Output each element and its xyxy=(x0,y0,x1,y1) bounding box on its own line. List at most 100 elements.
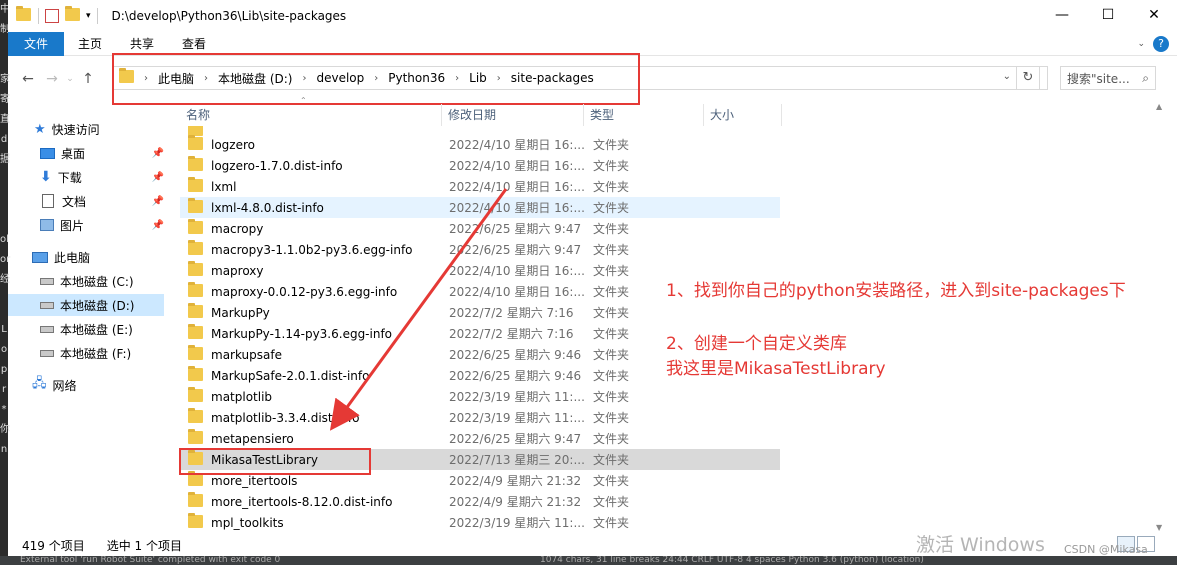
tab-view[interactable]: 查看 xyxy=(168,32,220,56)
edge-char: 据 xyxy=(0,154,10,165)
sidebar-item-pictures[interactable]: 图片 📌 xyxy=(40,214,164,236)
drive-icon xyxy=(40,349,54,357)
file-row[interactable]: macropy 2022/6/25 星期六 9:47 文件夹 xyxy=(180,218,780,239)
file-row[interactable]: matplotlib 2022/3/19 星期六 11:... 文件夹 xyxy=(180,386,780,407)
forward-arrow-icon[interactable]: → xyxy=(40,71,64,87)
file-row[interactable]: lxml-4.8.0.dist-info 2022/4/10 星期日 16:..… xyxy=(180,197,780,218)
file-row[interactable]: macropy3-1.1.0b2-py3.6.egg-info 2022/6/2… xyxy=(180,239,780,260)
properties-icon[interactable] xyxy=(45,9,59,23)
sidebar-item-label: 本地磁盘 (E:) xyxy=(60,322,133,337)
item-count: 419 个项目 xyxy=(22,538,85,553)
column-name[interactable]: 名称 xyxy=(180,104,442,126)
sidebar-item-drive-c[interactable]: 本地磁盘 (C:) xyxy=(40,270,164,292)
file-row[interactable]: matplotlib-3.3.4.dist-info 2022/3/19 星期六… xyxy=(180,407,780,428)
file-type: 文件夹 xyxy=(593,138,630,152)
search-placeholder: 搜索"site... xyxy=(1067,71,1130,86)
column-type[interactable]: 类型 xyxy=(584,104,704,126)
scroll-up-icon[interactable]: ▲ xyxy=(1156,102,1162,111)
vertical-scrollbar[interactable]: ▲ ▼ xyxy=(1154,102,1166,532)
tab-file[interactable]: 文件 xyxy=(8,31,64,56)
folder-icon xyxy=(188,176,203,195)
file-name: MarkupSafe-2.0.1.dist-info xyxy=(211,368,370,383)
sidebar-item-drive-f[interactable]: 本地磁盘 (F:) xyxy=(40,342,164,364)
file-type: 文件夹 xyxy=(593,516,630,530)
folder-icon xyxy=(188,218,203,237)
minimize-button[interactable]: — xyxy=(1039,0,1085,30)
folder-icon xyxy=(188,323,203,342)
sidebar-item-drive-e[interactable]: 本地磁盘 (E:) xyxy=(40,318,164,340)
file-type: 文件夹 xyxy=(593,495,630,509)
sidebar-item-network[interactable]: 🖧 网络 xyxy=(32,374,162,396)
file-name: matplotlib-3.3.4.dist-info xyxy=(211,410,360,425)
help-icon[interactable]: ? xyxy=(1153,36,1169,52)
folder-icon xyxy=(188,344,203,363)
window-controls: — ☐ ✕ xyxy=(1039,0,1177,30)
folder-icon xyxy=(16,6,32,24)
scroll-down-icon[interactable]: ▼ xyxy=(1156,523,1162,532)
file-name: macropy xyxy=(211,221,264,236)
network-icon: 🖧 xyxy=(32,376,47,391)
file-type: 文件夹 xyxy=(593,411,630,425)
folder-icon xyxy=(188,197,203,216)
edge-char: d xyxy=(0,134,8,145)
file-name: macropy3-1.1.0b2-py3.6.egg-info xyxy=(211,242,413,257)
desktop-icon xyxy=(40,147,55,159)
folder-icon xyxy=(188,491,203,510)
tab-home[interactable]: 主页 xyxy=(64,32,116,56)
file-row[interactable]: logzero-1.7.0.dist-info 2022/4/10 星期日 16… xyxy=(180,155,780,176)
csdn-watermark: CSDN @Mikasa xyxy=(1064,543,1148,556)
sidebar-item-label: 桌面 xyxy=(61,146,86,161)
file-row[interactable]: MarkupPy 2022/7/2 星期六 7:16 文件夹 xyxy=(180,302,780,323)
file-name: metapensiero xyxy=(211,431,294,446)
refresh-button[interactable]: ↻ xyxy=(1016,66,1040,90)
pin-icon[interactable]: 📌 xyxy=(152,148,164,159)
back-arrow-icon[interactable]: ← xyxy=(16,71,40,87)
annotation-step-2: 2、创建一个自定义类库 xyxy=(666,334,847,354)
file-date: 2022/3/19 星期六 11:... xyxy=(449,411,585,425)
star-icon: ★ xyxy=(34,121,46,137)
folder-icon xyxy=(188,407,203,426)
edge-char: or xyxy=(0,254,11,265)
file-date: 2022/6/25 星期六 9:47 xyxy=(449,222,582,236)
file-date: 2022/4/10 星期日 16:... xyxy=(449,138,585,152)
new-folder-icon[interactable] xyxy=(65,6,80,24)
chevron-down-icon[interactable]: ▾ xyxy=(86,11,91,21)
window-title: D:\develop\Python36\Lib\site-packages xyxy=(111,9,347,23)
column-header: 名称 修改日期 类型 大小 xyxy=(180,104,784,126)
chevron-down-icon[interactable]: ⌄ xyxy=(1003,71,1011,82)
file-row[interactable]: logzero 2022/4/10 星期日 16:... 文件夹 xyxy=(180,134,780,155)
sidebar-item-quick-access[interactable]: ★ 快速访问 xyxy=(34,118,162,140)
search-input[interactable]: 搜索"site... ⌕ xyxy=(1060,66,1156,90)
file-row[interactable]: metapensiero 2022/6/25 星期六 9:47 文件夹 xyxy=(180,428,780,449)
column-size[interactable]: 大小 xyxy=(704,104,782,126)
sidebar-item-this-pc[interactable]: 此电脑 xyxy=(32,246,162,268)
drive-icon xyxy=(40,325,54,333)
file-row[interactable]: more_itertools-8.12.0.dist-info 2022/4/9… xyxy=(180,491,780,512)
pin-icon[interactable]: 📌 xyxy=(152,172,164,183)
close-button[interactable]: ✕ xyxy=(1131,0,1177,30)
file-date: 2022/4/10 星期日 16:... xyxy=(449,264,585,278)
pin-icon[interactable]: 📌 xyxy=(152,196,164,207)
ribbon-right: ⌄ ? xyxy=(1137,36,1169,52)
sidebar-item-downloads[interactable]: ⬇ 下载 📌 xyxy=(40,166,164,188)
sidebar-item-drive-d[interactable]: 本地磁盘 (D:) xyxy=(8,294,164,316)
file-row[interactable]: mpl_toolkits 2022/3/19 星期六 11:... 文件夹 xyxy=(180,512,780,533)
annotation-box-address xyxy=(112,53,640,105)
folder-icon xyxy=(188,302,203,321)
tab-share[interactable]: 共享 xyxy=(116,32,168,56)
file-date: 2022/7/2 星期六 7:16 xyxy=(449,306,574,320)
chevron-down-icon[interactable]: ⌄ xyxy=(1137,39,1145,49)
sidebar-item-label: 网络 xyxy=(52,378,77,393)
column-date[interactable]: 修改日期 xyxy=(442,104,584,126)
file-name: maproxy-0.0.12-py3.6.egg-info xyxy=(211,284,398,299)
pin-icon[interactable]: 📌 xyxy=(152,220,164,231)
folder-icon xyxy=(188,428,203,447)
up-arrow-icon[interactable]: ↑ xyxy=(76,71,100,87)
maximize-button[interactable]: ☐ xyxy=(1085,0,1131,30)
sidebar-item-documents[interactable]: 文档 📌 xyxy=(42,190,164,212)
file-row[interactable]: lxml 2022/4/10 星期日 16:... 文件夹 xyxy=(180,176,780,197)
chevron-down-icon[interactable]: ⌄ xyxy=(64,74,76,84)
file-date: 2022/4/10 星期日 16:... xyxy=(449,201,585,215)
sidebar-item-desktop[interactable]: 桌面 📌 xyxy=(40,142,164,164)
folder-icon xyxy=(188,134,203,153)
